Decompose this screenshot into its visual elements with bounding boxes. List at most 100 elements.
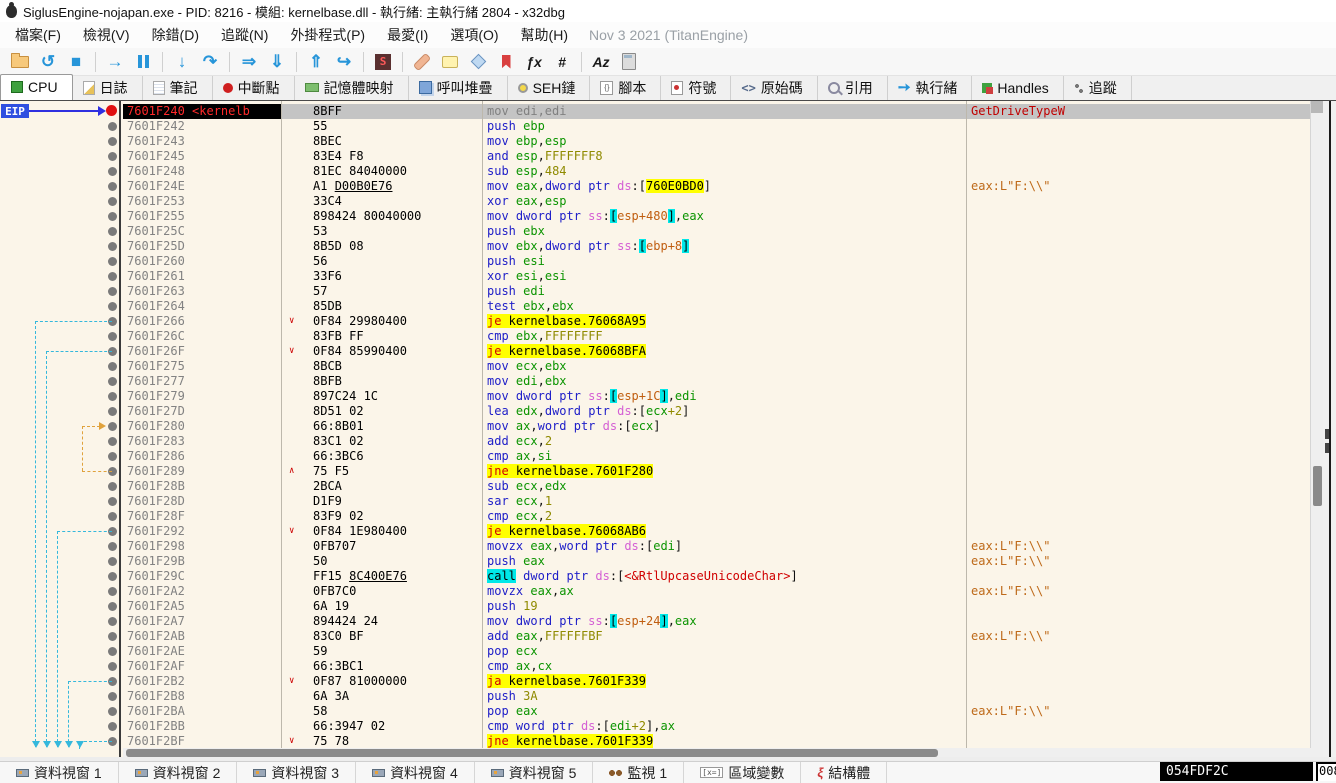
bytes-cell[interactable]: 81EC 84040000: [281, 164, 482, 179]
tab-memory-map[interactable]: 記憶體映射: [295, 76, 409, 100]
address-cell[interactable]: 7601F242: [123, 119, 281, 134]
tab-seh[interactable]: SEH鏈: [508, 76, 591, 100]
horizontal-scrollbar[interactable]: [123, 748, 1336, 757]
instruction-cell[interactable]: sub esp,484: [482, 164, 966, 179]
breakpoint-dot[interactable]: [108, 452, 117, 461]
comment-cell[interactable]: [966, 389, 1310, 404]
breakpoint-dot[interactable]: [108, 137, 117, 146]
address-cell[interactable]: 7601F245: [123, 149, 281, 164]
breakpoint-dot[interactable]: [108, 212, 117, 221]
instruction-cell[interactable]: call dword ptr ds:[<&RtlUpcaseUnicodeCha…: [482, 569, 966, 584]
stop-debug-button[interactable]: ■: [63, 50, 89, 74]
address-cell[interactable]: 7601F260: [123, 254, 281, 269]
breakpoint-dot[interactable]: [108, 407, 117, 416]
address-cell[interactable]: 7601F29B: [123, 554, 281, 569]
disasm-rows[interactable]: 7601F240 <kernelb8BFFmov edi,ediGetDrive…: [123, 104, 1310, 749]
menu-item-favourites[interactable]: 最愛(I): [376, 22, 439, 48]
instruction-cell[interactable]: mov dword ptr ss:[esp+24],eax: [482, 614, 966, 629]
tab-source[interactable]: <>原始碼: [731, 76, 817, 100]
tab-log[interactable]: 日誌: [73, 76, 143, 100]
breakpoint-dot[interactable]: [108, 392, 117, 401]
disasm-row[interactable]: 7601F28666:3BC6cmp ax,si: [123, 449, 1310, 464]
bytes-cell[interactable]: ∨0F87 81000000: [281, 674, 482, 689]
disasm-row[interactable]: 7601F2BB66:3947 02cmp word ptr ds:[edi+2…: [123, 719, 1310, 734]
tab-breakpoints[interactable]: 中斷點: [213, 76, 295, 100]
address-cell[interactable]: 7601F2B2: [123, 674, 281, 689]
step-out-button[interactable]: ⇑: [303, 50, 329, 74]
step-over-button[interactable]: ↷: [197, 50, 223, 74]
address-cell[interactable]: 7601F263: [123, 284, 281, 299]
address-cell[interactable]: 7601F2AB: [123, 629, 281, 644]
breakpoint-dot[interactable]: [108, 362, 117, 371]
address-cell[interactable]: 7601F2A2: [123, 584, 281, 599]
disasm-row[interactable]: 7601F266∨0F84 29980400je kernelbase.7606…: [123, 314, 1310, 329]
seh-chain-button[interactable]: S: [370, 50, 396, 74]
address-cell[interactable]: 7601F26F: [123, 344, 281, 359]
bottom-tab-dump-4[interactable]: 資料視窗 4: [356, 762, 475, 783]
instruction-cell[interactable]: and esp,FFFFFFF8: [482, 149, 966, 164]
comment-cell[interactable]: [966, 599, 1310, 614]
patch-button[interactable]: [409, 50, 435, 74]
comment-cell[interactable]: [966, 284, 1310, 299]
open-file-button[interactable]: [7, 50, 33, 74]
bytes-cell[interactable]: ∨0F84 1E980400: [281, 524, 482, 539]
comment-cell[interactable]: [966, 449, 1310, 464]
disasm-row[interactable]: 7601F26357push edi: [123, 284, 1310, 299]
breakpoint-dot[interactable]: [108, 662, 117, 671]
disasm-row[interactable]: 7601F2980FB707movzx eax,word ptr ds:[edi…: [123, 539, 1310, 554]
comment-cell[interactable]: eax:L"F:\\": [966, 539, 1310, 554]
address-cell[interactable]: 7601F298: [123, 539, 281, 554]
bytes-cell[interactable]: 83E4 F8: [281, 149, 482, 164]
disasm-row[interactable]: 7601F24881EC 84040000sub esp,484: [123, 164, 1310, 179]
bytes-cell[interactable]: 0FB7C0: [281, 584, 482, 599]
bytes-cell[interactable]: 8BCB: [281, 359, 482, 374]
disasm-row[interactable]: 7601F26133F6xor esi,esi: [123, 269, 1310, 284]
disasm-row[interactable]: 7601F26F∨0F84 85990400je kernelbase.7606…: [123, 344, 1310, 359]
bottom-tab-dump-1[interactable]: 資料視窗 1: [0, 762, 119, 783]
breakpoint-dot[interactable]: [108, 422, 117, 431]
comment-cell[interactable]: [966, 344, 1310, 359]
address-cell[interactable]: 7601F275: [123, 359, 281, 374]
disassembly-panel[interactable]: EIP 7601F240 <kernelb8BFFmov edi,ediGetD…: [0, 100, 1336, 757]
panel-splitter[interactable]: [1323, 101, 1336, 757]
address-cell[interactable]: 7601F279: [123, 389, 281, 404]
breakpoint-dot[interactable]: [108, 287, 117, 296]
bytes-cell[interactable]: FF15 8C400E76: [281, 569, 482, 584]
address-cell[interactable]: 7601F2A7: [123, 614, 281, 629]
comment-cell[interactable]: [966, 269, 1310, 284]
bytes-cell[interactable]: 8BFB: [281, 374, 482, 389]
bookmarks-button[interactable]: [493, 50, 519, 74]
address-cell[interactable]: 7601F2AE: [123, 644, 281, 659]
bytes-cell[interactable]: ∧75 F5: [281, 464, 482, 479]
disasm-row[interactable]: 7601F26C83FB FFcmp ebx,FFFFFFFF: [123, 329, 1310, 344]
menu-item-view[interactable]: 檢視(V): [72, 22, 141, 48]
address-cell[interactable]: 7601F283: [123, 434, 281, 449]
comment-cell[interactable]: [966, 164, 1310, 179]
disasm-row[interactable]: 7601F255898424 80040000mov dword ptr ss:…: [123, 209, 1310, 224]
bytes-cell[interactable]: 6A 19: [281, 599, 482, 614]
disasm-row[interactable]: 7601F240 <kernelb8BFFmov edi,ediGetDrive…: [123, 104, 1310, 119]
bytes-cell[interactable]: 894424 24: [281, 614, 482, 629]
comment-cell[interactable]: eax:L"F:\\": [966, 554, 1310, 569]
instruction-cell[interactable]: movzx eax,word ptr ds:[edi]: [482, 539, 966, 554]
breakpoint-dot[interactable]: [108, 377, 117, 386]
comment-cell[interactable]: [966, 674, 1310, 689]
instruction-cell[interactable]: movzx eax,ax: [482, 584, 966, 599]
instruction-cell[interactable]: cmp ax,cx: [482, 659, 966, 674]
vertical-scrollbar-thumb[interactable]: [1313, 466, 1322, 506]
comment-cell[interactable]: [966, 329, 1310, 344]
comments-button[interactable]: [437, 50, 463, 74]
tab-references[interactable]: 引用: [818, 76, 888, 100]
instruction-cell[interactable]: xor eax,esp: [482, 194, 966, 209]
step-into-button[interactable]: ↓: [169, 50, 195, 74]
bytes-cell[interactable]: ∨0F84 85990400: [281, 344, 482, 359]
breakpoint-dot[interactable]: [108, 722, 117, 731]
disasm-row[interactable]: 7601F2438BECmov ebp,esp: [123, 134, 1310, 149]
breakpoint-dot[interactable]: [108, 437, 117, 446]
address-cell[interactable]: 7601F266: [123, 314, 281, 329]
bytes-cell[interactable]: 8BFF: [281, 104, 482, 119]
disasm-row[interactable]: 7601F2BA58pop eaxeax:L"F:\\": [123, 704, 1310, 719]
address-cell[interactable]: 7601F2BB: [123, 719, 281, 734]
bytes-cell[interactable]: ∨0F84 29980400: [281, 314, 482, 329]
breakpoint-dot[interactable]: [108, 617, 117, 626]
